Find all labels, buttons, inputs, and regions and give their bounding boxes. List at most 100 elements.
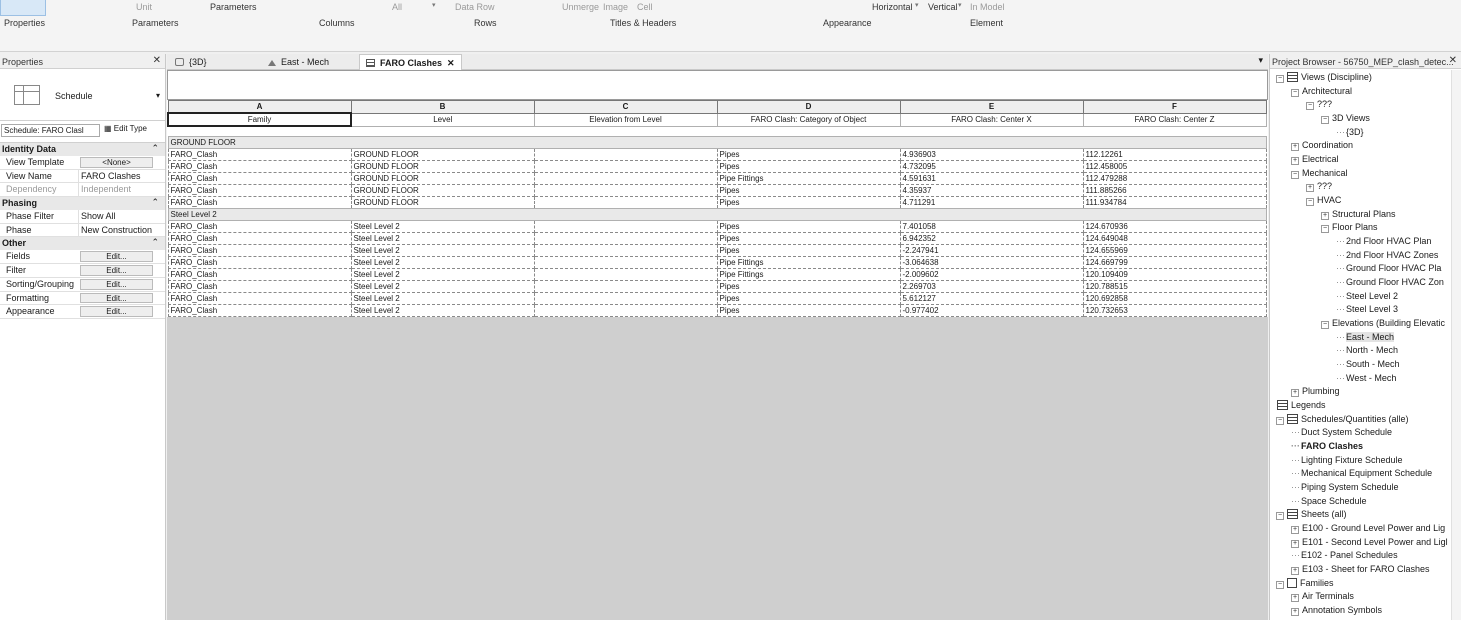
table-cell[interactable]: 112.458005 <box>1082 159 1267 173</box>
prop-appearance[interactable]: Appearance Edit... <box>0 305 165 319</box>
tree-item[interactable]: ···Piping System Schedule <box>1291 481 1399 494</box>
phase-field[interactable]: New Construction <box>78 223 165 237</box>
tree-item[interactable]: + Air Terminals <box>1291 590 1354 603</box>
tree-item[interactable]: ···Ground Floor HVAC Zon <box>1336 276 1444 289</box>
group-identity-data[interactable]: Identity Data ⌃ <box>0 143 165 156</box>
prop-view-template[interactable]: View Template <None> <box>0 156 165 170</box>
table-cell[interactable]: -2.009602 <box>899 267 1084 281</box>
close-tab-icon[interactable]: ✕ <box>447 58 455 68</box>
horizontal-align-button[interactable]: Horizontal <box>872 2 913 12</box>
collapse-icon[interactable]: − <box>1276 512 1284 521</box>
table-cell[interactable]: Steel Level 2 <box>350 219 535 233</box>
unmerge-button[interactable]: Unmerge <box>562 2 599 12</box>
table-cell[interactable]: 111.885266 <box>1082 183 1267 197</box>
table-cell[interactable]: FARO_Clash <box>167 231 352 245</box>
table-cell[interactable]: 112.479288 <box>1082 171 1267 185</box>
prop-filter[interactable]: Filter Edit... <box>0 264 165 278</box>
collapse-icon[interactable]: − <box>1321 321 1329 330</box>
table-cell[interactable]: Steel Level 2 <box>350 291 535 305</box>
view-name-field[interactable]: FARO Clashes <box>78 169 165 183</box>
table-cell[interactable]: GROUND FLOOR <box>350 159 535 173</box>
tree-item[interactable]: ···Ground Floor HVAC Pla <box>1336 262 1441 275</box>
data-row-button[interactable]: Data Row <box>455 2 495 12</box>
column-header[interactable]: FARO Clash: Center Z <box>1082 112 1267 127</box>
table-cell[interactable]: 4.711291 <box>899 195 1084 209</box>
table-cell[interactable]: Pipes <box>716 243 901 257</box>
table-cell[interactable]: FARO_Clash <box>167 243 352 257</box>
group-phasing[interactable]: Phasing ⌃ <box>0 197 165 211</box>
instance-selector[interactable]: Schedule: FARO Clasl <box>1 124 100 137</box>
table-cell[interactable]: Steel Level 2 <box>350 231 535 245</box>
in-model-button[interactable]: In Model <box>970 2 1005 12</box>
table-cell[interactable]: Steel Level 2 <box>350 279 535 293</box>
expand-icon[interactable]: + <box>1306 184 1314 193</box>
filter-edit-button[interactable]: Edit... <box>80 265 153 276</box>
table-cell[interactable]: GROUND FLOOR <box>350 195 535 209</box>
tab-faro-clashes[interactable]: FARO Clashes ✕ <box>359 54 462 70</box>
properties-ribbon-button[interactable] <box>0 0 46 16</box>
table-cell[interactable]: Pipes <box>716 279 901 293</box>
table-cell[interactable]: -2.247941 <box>899 243 1084 257</box>
table-cell[interactable]: FARO_Clash <box>167 303 352 317</box>
table-cell[interactable]: GROUND FLOOR <box>350 183 535 197</box>
tree-item[interactable]: ···{3D} <box>1336 126 1364 139</box>
expand-icon[interactable]: + <box>1291 539 1299 548</box>
table-cell[interactable]: FARO_Clash <box>167 147 352 161</box>
tree-item[interactable]: + E103 - Sheet for FARO Clashes <box>1291 563 1430 576</box>
table-cell[interactable] <box>533 279 718 293</box>
sorting-grouping-edit-button[interactable]: Edit... <box>80 278 153 290</box>
table-cell[interactable]: Pipes <box>716 219 901 233</box>
tree-item[interactable]: ···2nd Floor HVAC Plan <box>1336 235 1431 248</box>
table-cell[interactable] <box>533 219 718 233</box>
table-cell[interactable]: FARO_Clash <box>167 183 352 197</box>
tree-item[interactable]: ···Steel Level 2 <box>1336 290 1398 303</box>
tree-item[interactable]: −??? <box>1306 98 1332 111</box>
tree-item[interactable]: ···Lighting Fixture Schedule <box>1291 454 1403 467</box>
table-cell[interactable]: Pipes <box>716 303 901 317</box>
tree-item[interactable]: + E100 - Ground Level Power and Lig <box>1291 522 1445 535</box>
table-cell[interactable]: 120.732653 <box>1082 303 1267 317</box>
column-letter[interactable]: F <box>1082 100 1267 114</box>
table-cell[interactable] <box>533 147 718 161</box>
tree-item[interactable]: ···Space Schedule <box>1291 495 1367 508</box>
tree-item[interactable]: ···East - Mech <box>1336 331 1395 344</box>
phase-filter-field[interactable]: Show All <box>78 210 165 223</box>
table-cell[interactable]: FARO_Clash <box>167 291 352 305</box>
tree-item[interactable]: − Architectural <box>1291 85 1352 98</box>
table-cell[interactable] <box>533 171 718 185</box>
column-letter[interactable]: D <box>716 100 901 114</box>
tree-item[interactable]: ···2nd Floor HVAC Zones <box>1336 249 1438 262</box>
vertical-align-button[interactable]: Vertical <box>928 2 958 12</box>
close-icon[interactable]: ✕ <box>1449 55 1457 66</box>
table-cell[interactable]: FARO_Clash <box>167 267 352 281</box>
group-header-cell[interactable]: Steel Level 2 <box>167 207 1267 221</box>
collapse-icon[interactable]: − <box>1321 225 1329 234</box>
table-cell[interactable]: 4.35937 <box>899 183 1084 197</box>
table-cell[interactable]: Pipe Fittings <box>716 267 901 281</box>
table-cell[interactable]: FARO_Clash <box>167 279 352 293</box>
expand-icon[interactable]: + <box>1291 389 1299 398</box>
table-cell[interactable] <box>533 183 718 197</box>
group-other[interactable]: Other ⌃ <box>0 237 165 251</box>
table-cell[interactable]: 6.942352 <box>899 231 1084 245</box>
table-cell[interactable]: Steel Level 2 <box>350 255 535 269</box>
table-cell[interactable] <box>533 231 718 245</box>
chevron-down-icon[interactable]: ▾ <box>958 1 962 9</box>
tree-item[interactable]: − Schedules/Quantities (alle) <box>1276 413 1409 426</box>
table-cell[interactable]: -3.064638 <box>899 255 1084 269</box>
type-selector[interactable]: Schedule ▾ <box>0 69 165 121</box>
table-cell[interactable]: Steel Level 2 <box>350 243 535 257</box>
table-cell[interactable]: Pipe Fittings <box>716 171 901 185</box>
edit-type-button[interactable]: ▦ Edit Type <box>104 124 147 133</box>
table-cell[interactable]: 120.109409 <box>1082 267 1267 281</box>
table-cell[interactable]: Pipes <box>716 195 901 209</box>
table-cell[interactable]: FARO_Clash <box>167 159 352 173</box>
prop-formatting[interactable]: Formatting Edit... <box>0 292 165 306</box>
table-cell[interactable]: -0.977402 <box>899 303 1084 317</box>
table-cell[interactable]: 7.401058 <box>899 219 1084 233</box>
expand-icon[interactable]: + <box>1291 608 1299 617</box>
tab-east-mech[interactable]: East - Mech <box>262 54 335 70</box>
table-cell[interactable]: Steel Level 2 <box>350 267 535 281</box>
table-cell[interactable] <box>533 303 718 317</box>
table-cell[interactable]: 5.612127 <box>899 291 1084 305</box>
